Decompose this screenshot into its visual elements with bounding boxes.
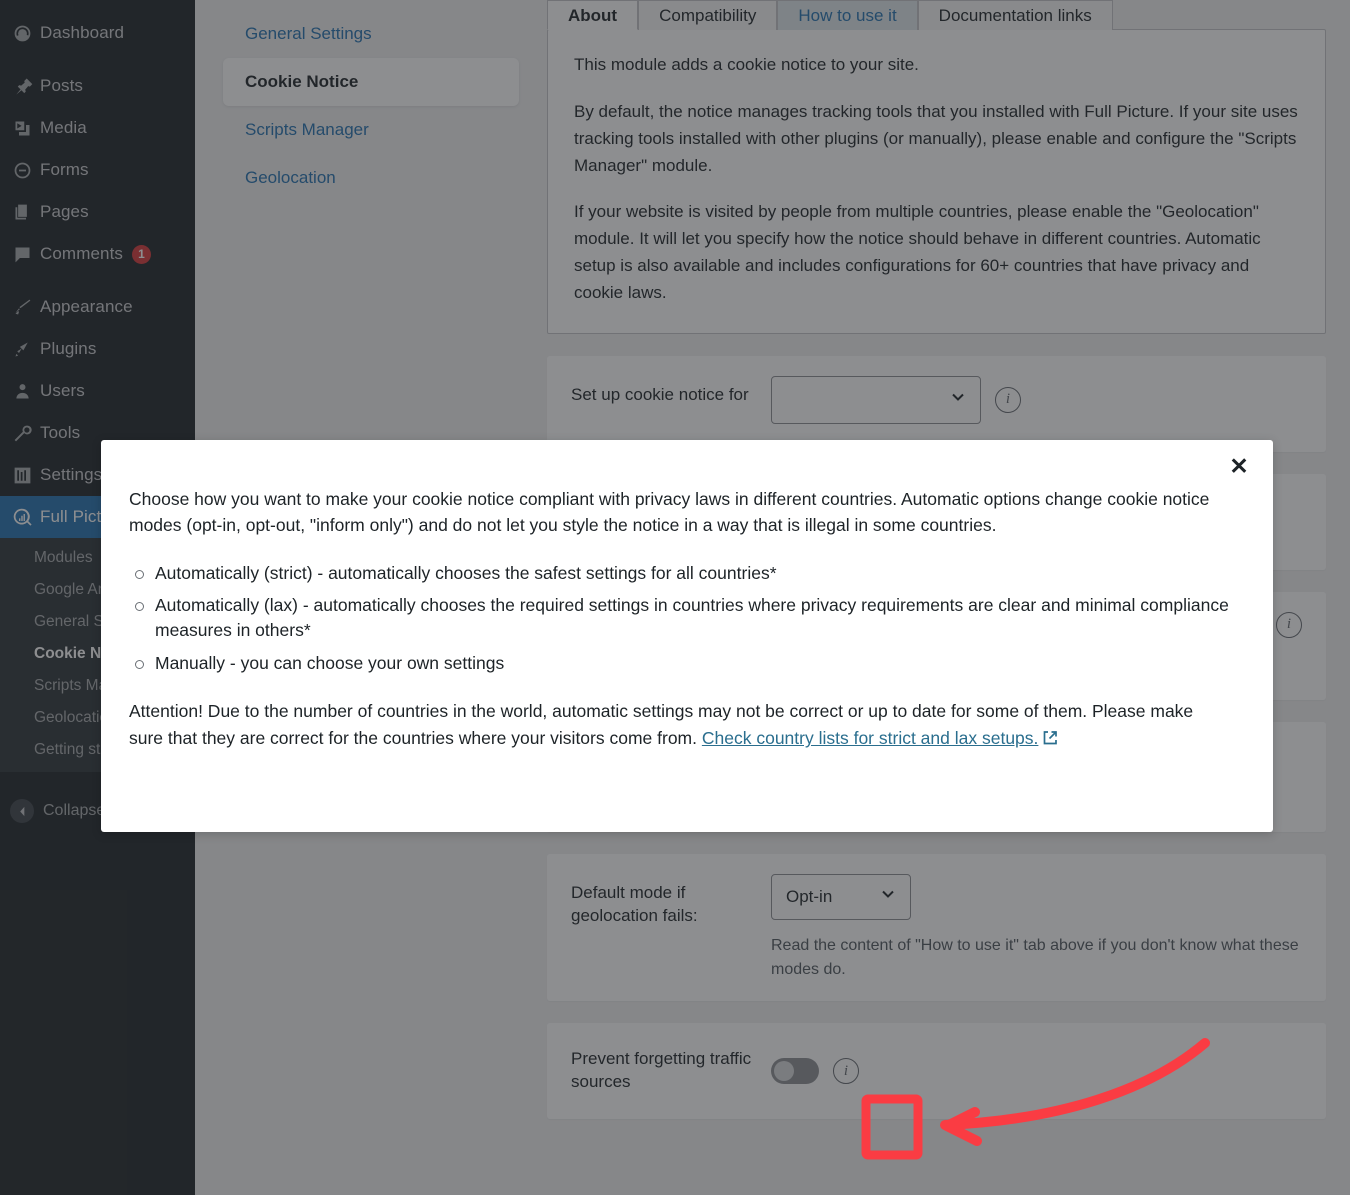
modal-option-item: Manually - you can choose your own setti… — [129, 651, 1229, 676]
external-link-icon — [1042, 727, 1058, 745]
modal-option-item: Automatically (strict) - automatically c… — [129, 561, 1229, 586]
close-icon[interactable]: ✕ — [1221, 448, 1257, 484]
modal-options-list: Automatically (strict) - automatically c… — [129, 561, 1229, 676]
info-modal: ✕ Choose how you want to make your cooki… — [101, 440, 1273, 832]
modal-lead-text: Choose how you want to make your cookie … — [129, 489, 1210, 536]
app-root: Dashboard Posts Media Forms Pages — [0, 0, 1350, 1195]
modal-option-item: Automatically (lax) - automatically choo… — [129, 593, 1229, 643]
country-lists-link[interactable]: Check country lists for strict and lax s… — [702, 728, 1039, 748]
modal-attention-text: Attention! Due to the number of countrie… — [129, 698, 1229, 753]
